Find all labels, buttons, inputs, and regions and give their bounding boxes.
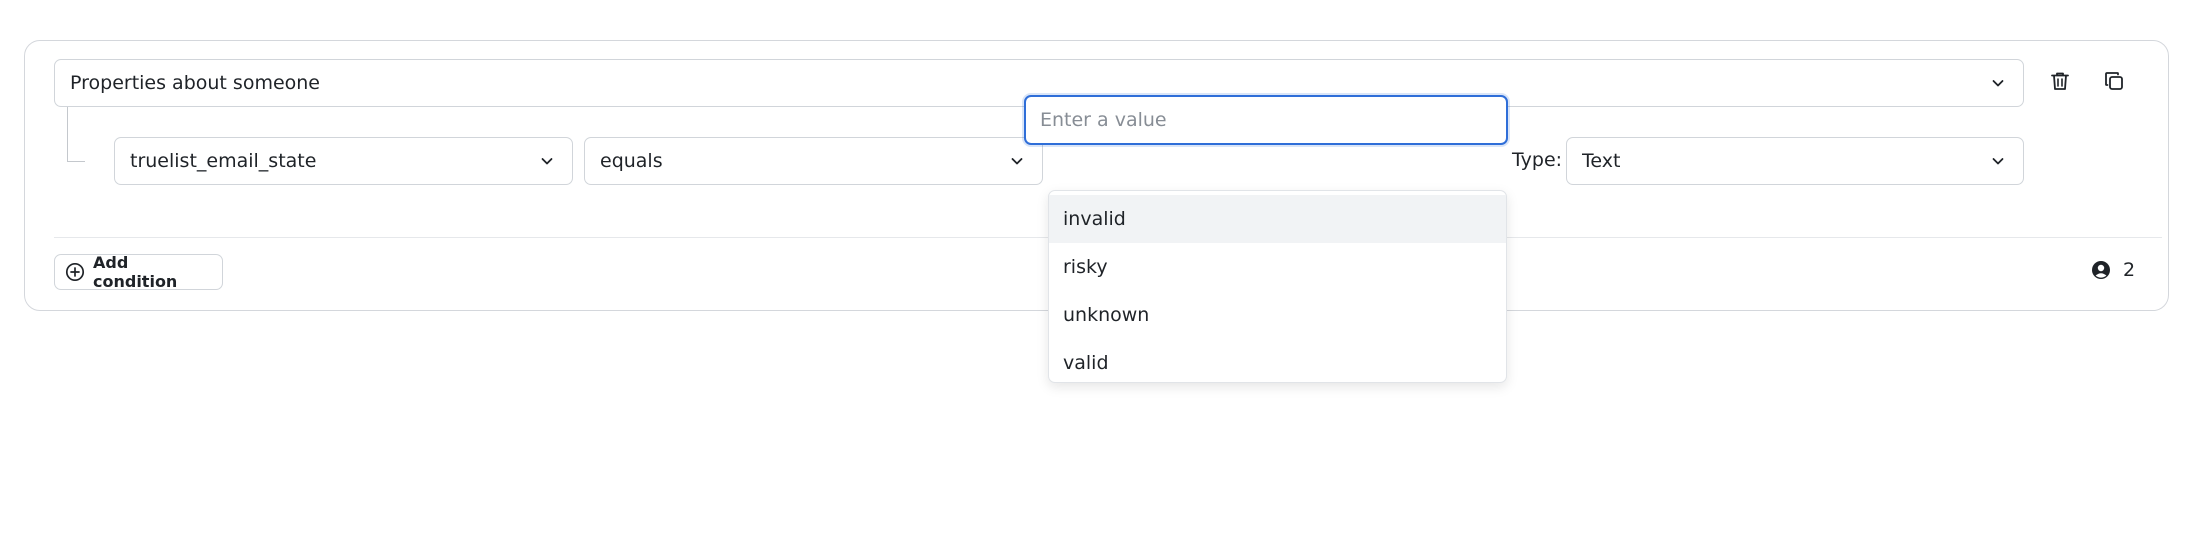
dropdown-option[interactable]: unknown [1049, 291, 1506, 339]
operator-select[interactable]: equals [584, 137, 1043, 185]
property-select-value: truelist_email_state [130, 150, 317, 172]
property-select[interactable]: truelist_email_state [114, 137, 573, 185]
chevron-down-icon [1988, 151, 2008, 171]
people-count-value: 2 [2123, 259, 2136, 281]
delete-group-button[interactable] [2042, 65, 2078, 101]
chevron-down-icon [1988, 73, 2008, 93]
add-condition-button[interactable]: Add condition [54, 253, 223, 291]
add-condition-label: Add condition [93, 253, 178, 291]
plus-circle-icon [65, 262, 85, 282]
type-label: Type: [1512, 149, 1563, 171]
group-type-select-value: Properties about someone [70, 72, 320, 94]
chevron-down-icon [1007, 151, 1027, 171]
people-count: 2 [2091, 259, 2135, 281]
type-select[interactable]: Text [1566, 137, 2024, 185]
chevron-down-icon [537, 151, 557, 171]
value-input[interactable] [1024, 95, 1508, 145]
trash-icon [2049, 70, 2071, 96]
value-options-dropdown: invalid risky unknown valid [1048, 190, 1507, 383]
dropdown-option[interactable]: risky [1049, 243, 1506, 291]
user-circle-icon [2091, 260, 2111, 280]
dropdown-option[interactable]: invalid [1049, 195, 1506, 243]
dropdown-option[interactable]: valid [1049, 339, 1506, 382]
copy-icon [2103, 70, 2125, 96]
type-select-value: Text [1582, 150, 1621, 172]
condition-tree-connector [67, 107, 85, 162]
duplicate-group-button[interactable] [2096, 65, 2132, 101]
operator-select-value: equals [600, 150, 663, 172]
